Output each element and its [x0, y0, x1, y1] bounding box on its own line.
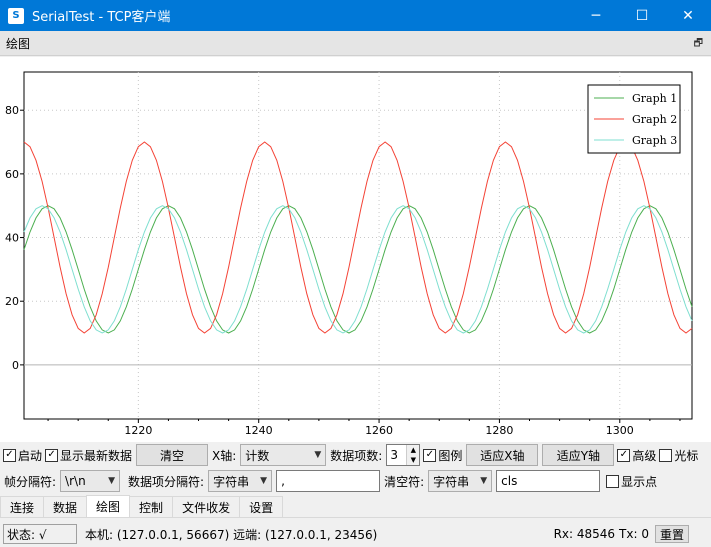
cursor-label: 光标 [674, 448, 699, 463]
x-tick-label: 1300 [606, 424, 634, 437]
tab-connect[interactable]: 连接 [0, 496, 45, 517]
clear-char-type-select[interactable]: 字符串 ▼ [428, 470, 493, 492]
advanced-label: 高级 [632, 448, 657, 463]
tab-settings[interactable]: 设置 [239, 496, 284, 517]
show-latest-check-icon: ✓ [45, 448, 59, 462]
item-sep-type-select[interactable]: 字符串 ▼ [208, 470, 273, 492]
y-tick-label: 60 [5, 168, 19, 181]
advanced-checkbox[interactable]: ✓ 高级 [617, 447, 656, 464]
plot-dock-header: 绘图 🗗 [0, 31, 711, 56]
item-count-label: 数据项数: [330, 448, 383, 463]
x-axis-mode-value: 计数 [245, 448, 270, 463]
item-sep-label: 数据项分隔符: [128, 474, 205, 489]
cursor-checkbox[interactable]: 光标 [659, 447, 698, 464]
enable-check-icon: ✓ [3, 448, 16, 462]
legend-label: 图例 [438, 448, 463, 463]
legend-label: Graph 2 [632, 113, 677, 126]
tab-control[interactable]: 控制 [129, 496, 174, 517]
item-count-value: 3 [390, 448, 398, 462]
spin-up-icon[interactable]: ▲ [407, 445, 420, 455]
legend-label: Graph 1 [632, 92, 677, 105]
chevron-down-icon: ▼ [260, 476, 268, 486]
legend-check-icon: ✓ [423, 448, 437, 462]
legend-checkbox[interactable]: ✓ 图例 [423, 447, 462, 464]
legend-label: Graph 3 [632, 134, 677, 147]
tab-file-transfer[interactable]: 文件收发 [172, 496, 241, 517]
y-tick-label: 0 [12, 359, 19, 372]
frame-sep-value: \r\n [65, 474, 86, 488]
show-points-check-icon [606, 474, 620, 488]
float-icon[interactable]: 🗗 [694, 36, 703, 53]
show-latest-checkbox[interactable]: ✓ 显示最新数据 [45, 447, 132, 464]
clear-char-label: 清空符: [384, 474, 425, 489]
line-chart[interactable]: 1220 1240 1260 1280 1300 0 20 40 60 80 Graph 1 Grap… [0, 57, 711, 442]
chevron-down-icon: ▼ [480, 476, 488, 486]
y-tick-label: 40 [5, 232, 19, 245]
x-axis-mode-select[interactable]: 计数 ▼ [240, 444, 327, 466]
chevron-down-icon: ▼ [108, 476, 116, 486]
plot-toolbar-2: 帧分隔符: \r\n ▼ 数据项分隔符: 字符串 ▼ , 清空符: 字符串 ▼ cls… [0, 468, 711, 494]
cursor-check-icon [659, 448, 673, 462]
y-tick-label: 80 [5, 104, 19, 117]
frame-sep-label: 帧分隔符: [4, 474, 57, 489]
spin-down-icon[interactable]: ▼ [407, 455, 420, 465]
x-tick-label: 1220 [124, 424, 152, 437]
clear-char-type-value: 字符串 [433, 474, 470, 489]
connection-state: 状态: √ [3, 524, 77, 544]
serial-app-icon: S [8, 7, 24, 24]
clear-button[interactable]: 清空 [136, 444, 209, 466]
show-latest-label: 显示最新数据 [60, 448, 133, 463]
fit-x-button[interactable]: 适应X轴 [466, 444, 539, 466]
show-points-label: 显示点 [621, 474, 658, 489]
reset-button[interactable]: 重置 [654, 525, 689, 543]
frame-sep-select[interactable]: \r\n ▼ [60, 470, 121, 492]
show-points-checkbox[interactable]: 显示点 [606, 473, 657, 490]
advanced-check-icon: ✓ [617, 448, 631, 462]
rx-count: Rx: 48546 [553, 527, 616, 541]
y-tick-label: 20 [5, 295, 19, 308]
x-tick-label: 1240 [245, 424, 273, 437]
clear-char-input[interactable]: cls [496, 470, 601, 492]
x-axis-label: X轴: [212, 448, 237, 463]
dock-title: 绘图 [6, 36, 31, 51]
item-sep-input[interactable]: , [276, 470, 381, 492]
tab-data[interactable]: 数据 [43, 496, 88, 517]
close-button[interactable]: ✕ [665, 0, 711, 31]
x-tick-label: 1260 [365, 424, 393, 437]
connection-info: 本机: (127.0.0.1, 56667) 远端: (127.0.0.1, 2… [85, 527, 378, 542]
main-tabs: 连接 数据 绘图 控制 文件收发 设置 [0, 495, 711, 518]
enable-label: 启动 [18, 448, 43, 463]
minimize-button[interactable]: ─ [573, 0, 619, 31]
tx-count: Tx: 0 [619, 527, 649, 541]
plot-area[interactable]: 1220 1240 1260 1280 1300 0 20 40 60 80 Graph 1 Grap… [0, 57, 711, 442]
enable-checkbox[interactable]: ✓ 启动 [3, 447, 42, 464]
window-title: SerialTest - TCP客户端 [32, 10, 171, 25]
tab-plot[interactable]: 绘图 [86, 495, 131, 517]
item-count-spinbox[interactable]: 3 ▲ ▼ [386, 444, 421, 466]
status-bar: 状态: √ 本机: (127.0.0.1, 56667) 远端: (127.0.… [0, 521, 711, 547]
fit-y-button[interactable]: 适应Y轴 [542, 444, 615, 466]
item-sep-type-value: 字符串 [213, 474, 250, 489]
chevron-down-icon: ▼ [314, 450, 322, 460]
title-bar: S SerialTest - TCP客户端 ─ ☐ ✕ [0, 0, 711, 31]
plot-toolbar-1: ✓ 启动 ✓ 显示最新数据 清空 X轴: 计数 ▼ 数据项数: 3 ▲ ▼ ✓ 图例 适应X… [0, 442, 711, 468]
maximize-button[interactable]: ☐ [619, 0, 665, 31]
x-tick-label: 1280 [485, 424, 513, 437]
